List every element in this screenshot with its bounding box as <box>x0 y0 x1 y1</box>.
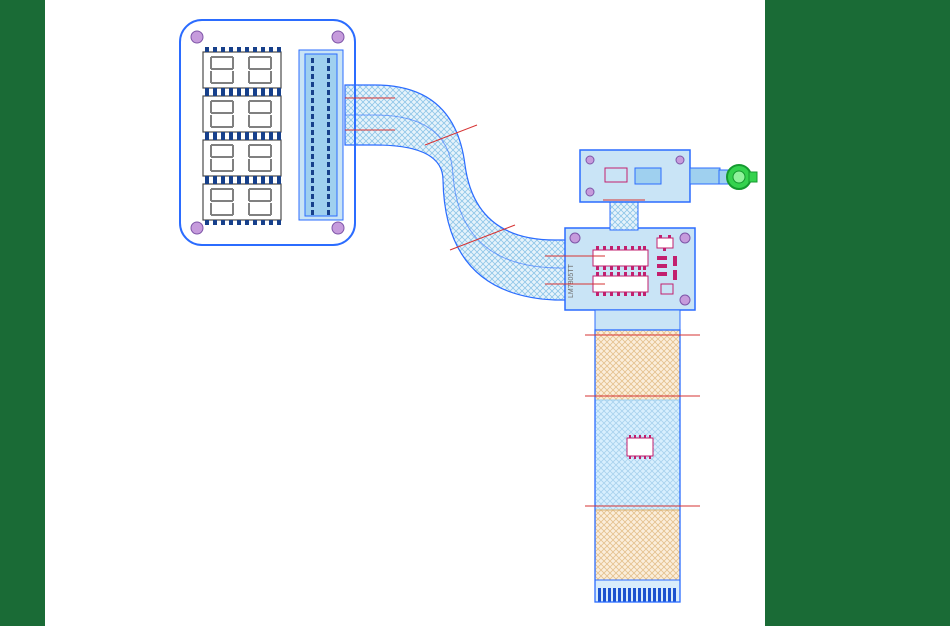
connector-board-small <box>580 150 720 202</box>
flex-lower-stack <box>595 330 680 602</box>
flex-cable <box>345 85 590 300</box>
edge-finger-connector <box>595 580 680 602</box>
page-root: LM7805TT <box>0 0 950 626</box>
soic-chip-a <box>593 246 648 270</box>
display-board <box>180 20 355 245</box>
right-green-stripe <box>765 0 950 626</box>
left-green-stripe <box>0 0 45 626</box>
logic-board: LM7805TT <box>565 228 695 330</box>
component-label: LM7805TT <box>568 263 575 298</box>
flex-lower-ic <box>627 435 653 459</box>
pcb-diagram-svg: LM7805TT <box>45 0 765 626</box>
seven-segment-bank <box>203 47 281 225</box>
flex-neck-top <box>610 200 638 230</box>
diagram-canvas: LM7805TT <box>45 0 765 626</box>
pin-header <box>299 50 343 220</box>
green-circular-connector <box>719 165 757 189</box>
